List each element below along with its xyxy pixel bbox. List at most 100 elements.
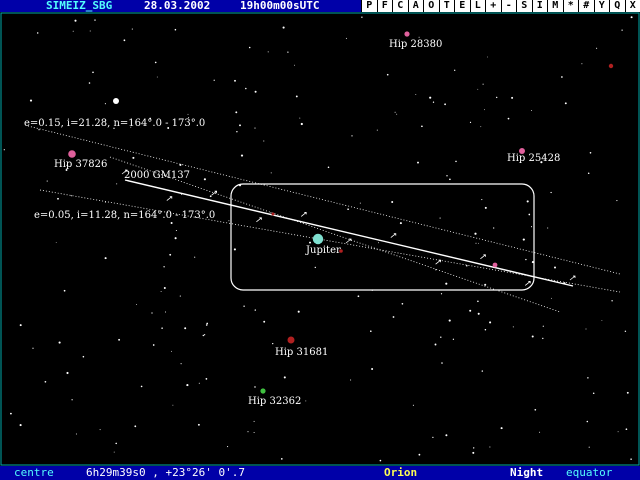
star	[630, 16, 633, 19]
menu-button-0[interactable]: P	[361, 0, 377, 12]
star	[587, 172, 590, 175]
star	[412, 404, 414, 406]
star	[29, 99, 33, 102]
time-display: 19h00m00sUTC	[240, 0, 320, 12]
star	[239, 124, 241, 127]
star-hip-32362[interactable]	[260, 388, 266, 394]
status-display-mode[interactable]: Night	[510, 466, 543, 480]
star	[415, 93, 417, 95]
star	[3, 149, 5, 151]
menu-button-14[interactable]: #	[578, 0, 594, 12]
star	[531, 110, 533, 112]
star	[205, 378, 208, 380]
star	[482, 83, 484, 85]
star	[46, 180, 48, 182]
menu-button-9[interactable]: -	[500, 0, 516, 12]
star	[481, 199, 483, 201]
star	[161, 327, 163, 329]
star	[592, 392, 595, 394]
star	[299, 117, 301, 119]
menu-button-5[interactable]: T	[438, 0, 454, 12]
star	[379, 459, 382, 462]
star	[104, 257, 107, 260]
star	[227, 446, 229, 448]
star-hip-31681[interactable]	[287, 336, 295, 344]
star	[70, 195, 72, 197]
menu-button-15[interactable]: Y	[593, 0, 609, 12]
star	[630, 458, 632, 460]
menu-button-11[interactable]: I	[531, 0, 547, 12]
bright-star[interactable]	[113, 98, 119, 104]
star	[350, 379, 352, 381]
star	[88, 82, 91, 84]
star	[172, 404, 174, 406]
status-frame[interactable]: equator	[566, 466, 612, 480]
star	[489, 446, 491, 448]
star	[245, 87, 247, 90]
star	[448, 319, 451, 322]
star	[57, 197, 59, 200]
menu-button-4[interactable]: O	[423, 0, 439, 12]
pink-star	[492, 262, 498, 268]
star	[203, 334, 206, 336]
star	[170, 221, 173, 225]
menu-button-10[interactable]: S	[516, 0, 532, 12]
menu-button-1[interactable]: F	[376, 0, 392, 12]
orbit-label-lower: e=0.05, i=11.28, n=164°.0 - 173°.0	[34, 210, 215, 221]
label-jupiter: Jupiter	[305, 245, 341, 256]
star	[115, 442, 117, 445]
red-star[interactable]	[608, 63, 614, 69]
label-hip-28380: Hip 28380	[389, 39, 442, 50]
menu-button-2[interactable]: C	[392, 0, 408, 12]
star	[187, 113, 189, 115]
star	[19, 424, 22, 427]
star	[32, 347, 34, 349]
menu-button-8[interactable]: +	[485, 0, 501, 12]
star	[359, 202, 361, 204]
star	[444, 103, 446, 106]
label-hip-31681: Hip 31681	[275, 347, 328, 358]
star	[254, 127, 256, 129]
star-hip-28380[interactable]	[404, 31, 410, 37]
star	[38, 129, 40, 131]
star	[89, 30, 91, 32]
menu-button-16[interactable]: Q	[609, 0, 625, 12]
site-name: SIMEIZ_SBG	[46, 0, 113, 12]
star	[386, 73, 389, 76]
star	[432, 436, 434, 439]
star	[71, 399, 73, 401]
star	[446, 175, 448, 177]
star	[454, 69, 456, 71]
star	[441, 362, 443, 364]
menu-button-3[interactable]: A	[407, 0, 423, 12]
star	[487, 56, 489, 58]
sky-chart[interactable]: Hip 28380 Hip 37826 Hip 25428 Jupiter Hi…	[0, 12, 640, 466]
planet-jupiter[interactable]	[312, 233, 324, 245]
date-display: 28.03.2002	[144, 0, 211, 12]
star	[484, 109, 485, 111]
star	[294, 64, 296, 66]
menu-button-17[interactable]: X	[624, 0, 640, 12]
menu-button-7[interactable]: L	[469, 0, 485, 12]
star	[401, 302, 404, 305]
star	[243, 305, 245, 307]
star	[186, 384, 189, 387]
star-hip-37826[interactable]	[68, 150, 76, 158]
star	[526, 200, 529, 203]
star	[132, 156, 135, 159]
menu-button-12[interactable]: M	[547, 0, 563, 12]
star	[370, 330, 372, 333]
menu-button-13[interactable]: *	[562, 0, 578, 12]
menu-button-6[interactable]: E	[454, 0, 470, 12]
star	[481, 370, 484, 372]
star	[371, 368, 374, 370]
star	[391, 201, 394, 203]
star	[184, 327, 187, 330]
star	[439, 217, 441, 219]
star	[495, 96, 498, 99]
star	[174, 28, 177, 31]
star	[522, 238, 525, 241]
star	[247, 431, 249, 433]
star	[445, 434, 448, 437]
star	[92, 71, 94, 74]
